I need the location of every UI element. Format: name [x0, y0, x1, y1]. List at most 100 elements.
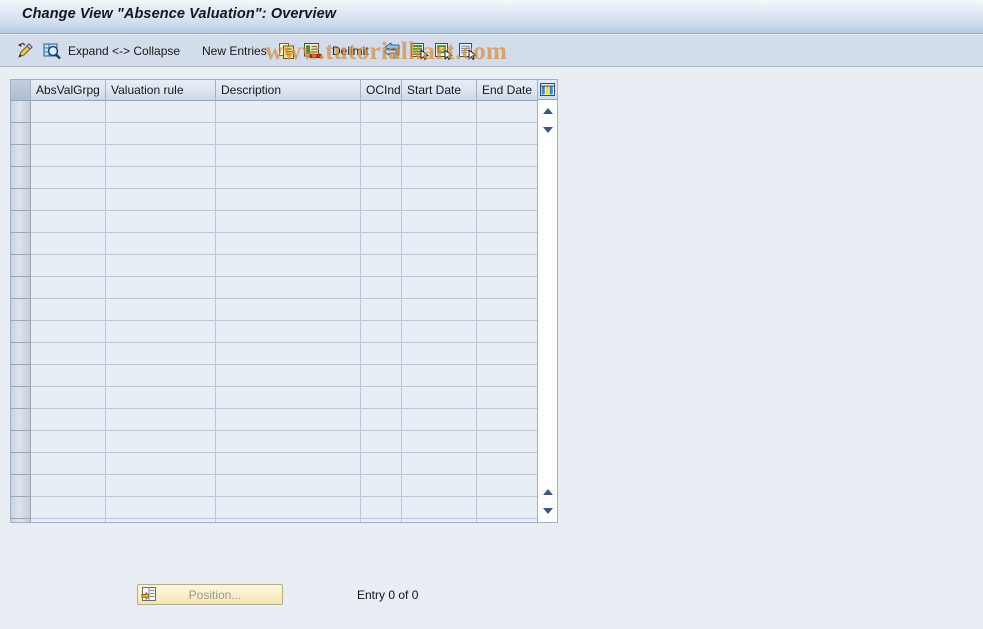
row-select-handle[interactable]	[11, 475, 31, 497]
table-cell-abs-val-grpg[interactable]	[31, 145, 106, 167]
table-cell-oc-ind[interactable]	[361, 255, 402, 277]
row-select-handle[interactable]	[11, 233, 31, 255]
row-select-handle[interactable]	[11, 101, 31, 123]
column-header-row-selector[interactable]	[11, 80, 31, 100]
row-select-handle[interactable]	[11, 409, 31, 431]
table-cell-start-date[interactable]	[402, 365, 477, 387]
table-cell-abs-val-grpg[interactable]	[31, 519, 106, 522]
table-cell-valuation-rule[interactable]	[106, 101, 216, 123]
column-header-oc-ind[interactable]: OCInd	[361, 80, 402, 100]
row-select-handle[interactable]	[11, 255, 31, 277]
table-cell-description[interactable]	[216, 299, 361, 321]
table-cell-valuation-rule[interactable]	[106, 321, 216, 343]
table-cell-abs-val-grpg[interactable]	[31, 321, 106, 343]
table-cell-start-date[interactable]	[402, 475, 477, 497]
delete-button[interactable]	[303, 35, 322, 66]
row-select-handle[interactable]	[11, 145, 31, 167]
table-cell-end-date[interactable]	[477, 145, 539, 167]
table-row[interactable]	[11, 387, 539, 409]
table-row[interactable]	[11, 497, 539, 519]
table-cell-valuation-rule[interactable]	[106, 409, 216, 431]
table-cell-valuation-rule[interactable]	[106, 167, 216, 189]
table-cell-description[interactable]	[216, 519, 361, 522]
scroll-up-button-bottom[interactable]	[538, 483, 557, 501]
table-row[interactable]	[11, 145, 539, 167]
table-cell-start-date[interactable]	[402, 189, 477, 211]
table-row[interactable]	[11, 321, 539, 343]
table-cell-valuation-rule[interactable]	[106, 189, 216, 211]
table-cell-start-date[interactable]	[402, 453, 477, 475]
scroll-up-button-top[interactable]	[538, 102, 557, 120]
table-cell-abs-val-grpg[interactable]	[31, 211, 106, 233]
table-cell-start-date[interactable]	[402, 299, 477, 321]
table-cell-end-date[interactable]	[477, 167, 539, 189]
position-button[interactable]: Position...	[137, 584, 283, 605]
table-cell-end-date[interactable]	[477, 101, 539, 123]
row-select-handle[interactable]	[11, 431, 31, 453]
table-cell-start-date[interactable]	[402, 497, 477, 519]
row-select-handle[interactable]	[11, 299, 31, 321]
table-cell-abs-val-grpg[interactable]	[31, 387, 106, 409]
row-select-handle[interactable]	[11, 189, 31, 211]
table-cell-valuation-rule[interactable]	[106, 299, 216, 321]
new-entries-button[interactable]: New Entries	[202, 35, 267, 66]
table-row[interactable]	[11, 475, 539, 497]
table-cell-description[interactable]	[216, 101, 361, 123]
delimit-button[interactable]: Delimit	[332, 35, 369, 66]
table-row[interactable]	[11, 123, 539, 145]
table-cell-oc-ind[interactable]	[361, 189, 402, 211]
table-cell-oc-ind[interactable]	[361, 233, 402, 255]
table-cell-description[interactable]	[216, 431, 361, 453]
table-row[interactable]	[11, 277, 539, 299]
row-select-handle[interactable]	[11, 123, 31, 145]
table-cell-end-date[interactable]	[477, 519, 539, 522]
table-cell-start-date[interactable]	[402, 123, 477, 145]
table-cell-oc-ind[interactable]	[361, 299, 402, 321]
table-row[interactable]	[11, 255, 539, 277]
table-cell-description[interactable]	[216, 233, 361, 255]
table-cell-description[interactable]	[216, 343, 361, 365]
deselect-all-button[interactable]	[434, 35, 453, 66]
table-cell-valuation-rule[interactable]	[106, 343, 216, 365]
table-cell-description[interactable]	[216, 167, 361, 189]
table-cell-description[interactable]	[216, 145, 361, 167]
undo-button[interactable]	[382, 35, 402, 66]
table-cell-valuation-rule[interactable]	[106, 365, 216, 387]
row-select-handle[interactable]	[11, 519, 31, 522]
table-cell-oc-ind[interactable]	[361, 123, 402, 145]
copy-as-button[interactable]	[278, 35, 296, 66]
table-cell-valuation-rule[interactable]	[106, 123, 216, 145]
select-block-button[interactable]	[458, 35, 477, 66]
table-row[interactable]	[11, 189, 539, 211]
table-cell-start-date[interactable]	[402, 255, 477, 277]
table-cell-end-date[interactable]	[477, 233, 539, 255]
table-cell-description[interactable]	[216, 277, 361, 299]
table-cell-valuation-rule[interactable]	[106, 519, 216, 522]
table-cell-oc-ind[interactable]	[361, 387, 402, 409]
table-row[interactable]	[11, 233, 539, 255]
table-cell-oc-ind[interactable]	[361, 167, 402, 189]
table-cell-oc-ind[interactable]	[361, 431, 402, 453]
table-cell-abs-val-grpg[interactable]	[31, 409, 106, 431]
table-cell-end-date[interactable]	[477, 255, 539, 277]
table-cell-start-date[interactable]	[402, 167, 477, 189]
table-cell-oc-ind[interactable]	[361, 145, 402, 167]
table-cell-abs-val-grpg[interactable]	[31, 453, 106, 475]
table-cell-end-date[interactable]	[477, 277, 539, 299]
table-cell-oc-ind[interactable]	[361, 409, 402, 431]
table-cell-valuation-rule[interactable]	[106, 497, 216, 519]
table-cell-abs-val-grpg[interactable]	[31, 475, 106, 497]
table-cell-abs-val-grpg[interactable]	[31, 255, 106, 277]
table-cell-start-date[interactable]	[402, 145, 477, 167]
table-cell-abs-val-grpg[interactable]	[31, 123, 106, 145]
table-cell-description[interactable]	[216, 189, 361, 211]
column-header-start-date[interactable]: Start Date	[402, 80, 477, 100]
table-cell-end-date[interactable]	[477, 453, 539, 475]
table-cell-abs-val-grpg[interactable]	[31, 277, 106, 299]
table-cell-description[interactable]	[216, 321, 361, 343]
table-cell-abs-val-grpg[interactable]	[31, 431, 106, 453]
table-row[interactable]	[11, 167, 539, 189]
row-select-handle[interactable]	[11, 277, 31, 299]
column-header-abs-val-grpg[interactable]: AbsValGrpg	[31, 80, 106, 100]
row-select-handle[interactable]	[11, 453, 31, 475]
